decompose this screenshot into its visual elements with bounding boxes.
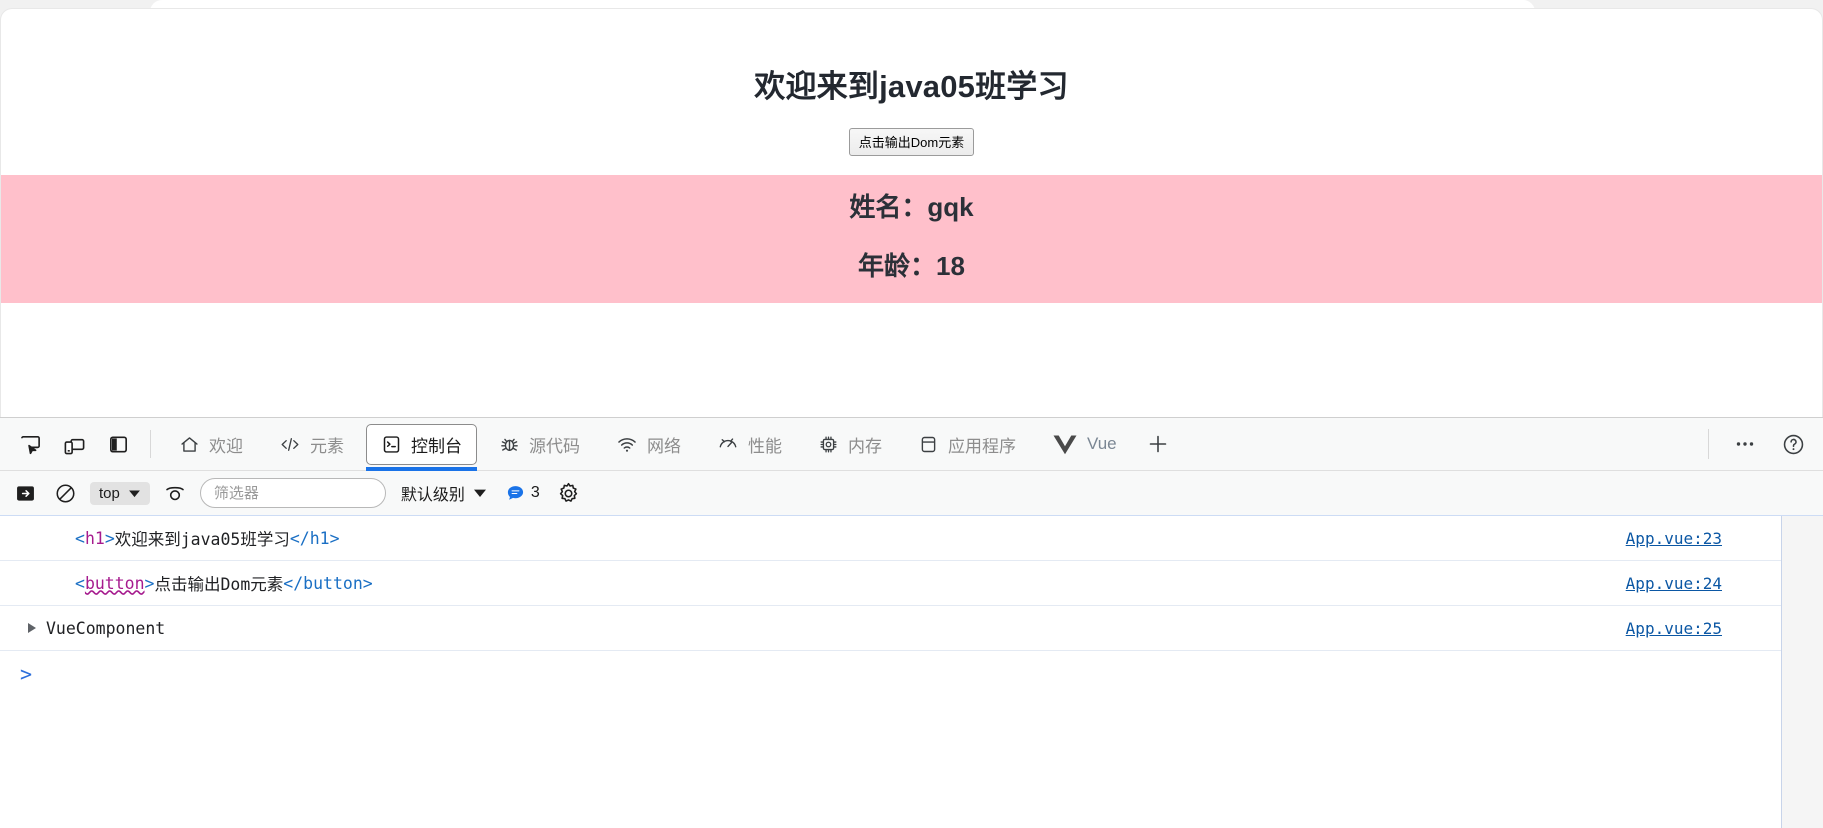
message-count-badge[interactable]: 3: [502, 484, 544, 503]
log-source-link[interactable]: App.vue:24: [1626, 574, 1722, 593]
student-name-line: 姓名：gqk: [849, 192, 974, 222]
tag-open-bracket: <: [75, 573, 85, 593]
code-icon: [279, 434, 301, 455]
tab-sources-label: 源代码: [529, 436, 580, 456]
console-log-row[interactable]: < button > 点击输出Dom元素 </button> App.vue:24: [0, 561, 1782, 606]
tab-elements[interactable]: 元素: [265, 424, 358, 465]
gear-icon[interactable]: [554, 478, 584, 508]
expand-triangle-icon[interactable]: [28, 623, 36, 633]
console-output[interactable]: < h1 > 欢迎来到java05班学习 </h1> App.vue:23 < butto…: [0, 516, 1823, 828]
more-options-icon[interactable]: [1723, 424, 1767, 464]
tag-closing: </h1>: [289, 528, 340, 548]
log-message: < button > 点击输出Dom元素 </button>: [75, 571, 1722, 595]
tab-network-label: 网络: [647, 436, 681, 456]
tab-console[interactable]: 控制台: [366, 423, 477, 471]
tab-application[interactable]: 应用程序: [904, 424, 1030, 465]
tab-performance[interactable]: 性能: [703, 424, 796, 465]
console-filter-toolbar: top 默认级别: [0, 471, 1823, 516]
tag-name: button: [84, 573, 145, 593]
student-info-panel: 姓名：gqk 年龄：18: [1, 175, 1822, 303]
tab-sources[interactable]: 源代码: [485, 424, 594, 465]
browser-window: 欢迎来到java05班学习 点击输出Dom元素 姓名：gqk 年龄：18 欢迎 …: [0, 0, 1823, 828]
tag-inner-text: 点击输出Dom元素: [154, 575, 284, 594]
execution-context-value: top: [99, 484, 120, 502]
console-log-row[interactable]: < h1 > 欢迎来到java05班学习 </h1> App.vue:23: [0, 516, 1782, 561]
console-right-gutter: [1782, 516, 1823, 828]
log-message: VueComponent: [28, 619, 1722, 638]
home-icon: [179, 434, 200, 455]
dock-side-icon[interactable]: [96, 424, 140, 464]
tag-close-bracket: >: [144, 573, 155, 593]
tab-vue-label: Vue: [1087, 434, 1117, 453]
log-level-value: 默认级别: [400, 487, 465, 504]
tag-closing: </button>: [283, 573, 373, 593]
tag-open-bracket: <: [75, 528, 85, 548]
student-age-line: 年龄：18: [858, 251, 965, 281]
log-source-link[interactable]: App.vue:23: [1626, 529, 1722, 548]
tag-close-bracket: >: [104, 528, 115, 548]
tabbar-divider: [150, 430, 151, 458]
clear-console-icon[interactable]: [50, 478, 80, 508]
console-filter-input[interactable]: [199, 478, 386, 508]
tab-console-label: 控制台: [411, 436, 462, 456]
tab-performance-label: 性能: [748, 436, 782, 456]
help-icon[interactable]: [1771, 424, 1815, 464]
output-dom-button[interactable]: 点击输出Dom元素: [848, 128, 975, 156]
execution-context-select[interactable]: top: [90, 481, 150, 505]
page-viewport: 欢迎来到java05班学习 点击输出Dom元素 姓名：gqk 年龄：18: [0, 8, 1823, 418]
tab-memory[interactable]: 内存: [804, 424, 896, 465]
tag-name: h1: [84, 528, 105, 548]
message-bubble-icon: [506, 484, 525, 503]
chevron-down-icon: [128, 489, 141, 498]
live-expression-icon[interactable]: [160, 478, 190, 508]
tab-application-label: 应用程序: [948, 436, 1016, 456]
tab-welcome-label: 欢迎: [209, 436, 243, 456]
chevron-down-icon: [473, 488, 487, 498]
prompt-chevron-icon: >: [20, 662, 33, 686]
memory-chip-icon: [818, 434, 839, 455]
device-toolbar-icon[interactable]: [52, 424, 96, 464]
tab-elements-label: 元素: [310, 436, 344, 456]
message-count-value: 3: [530, 484, 540, 501]
log-message: < h1 > 欢迎来到java05班学习 </h1>: [75, 526, 1722, 550]
wifi-icon: [616, 434, 638, 455]
log-level-select[interactable]: 默认级别: [396, 479, 492, 507]
console-sidebar-icon[interactable]: [10, 478, 40, 508]
devtools-tabbar: 欢迎 元素 控制台 源代码 网络 性能 内存 应用程序 Vue: [0, 418, 1823, 471]
tab-memory-label: 内存: [848, 436, 882, 456]
console-prompt-row[interactable]: >: [0, 651, 1823, 697]
inspect-element-icon[interactable]: [8, 424, 52, 464]
tab-welcome[interactable]: 欢迎: [165, 424, 257, 465]
bug-icon: [499, 434, 520, 455]
vue-logo-icon: [1052, 433, 1078, 455]
log-object-name: VueComponent: [46, 618, 166, 638]
log-source-link[interactable]: App.vue:25: [1626, 619, 1722, 638]
tab-network[interactable]: 网络: [602, 424, 695, 465]
console-icon: [381, 434, 402, 455]
tag-inner-text: 欢迎来到java05班学习: [114, 530, 290, 549]
tabbar-right-group: [1708, 429, 1815, 459]
tab-vue[interactable]: Vue: [1038, 424, 1131, 465]
button-row: 点击输出Dom元素: [1, 128, 1822, 156]
page-title: 欢迎来到java05班学习: [754, 69, 1069, 104]
database-icon: [918, 434, 939, 455]
performance-icon: [717, 434, 739, 455]
console-log-row[interactable]: VueComponent App.vue:25: [0, 606, 1782, 651]
add-panel-button[interactable]: [1135, 424, 1181, 464]
devtools-panel: 欢迎 元素 控制台 源代码 网络 性能 内存 应用程序 Vue top 筛选器 …: [0, 417, 1823, 828]
